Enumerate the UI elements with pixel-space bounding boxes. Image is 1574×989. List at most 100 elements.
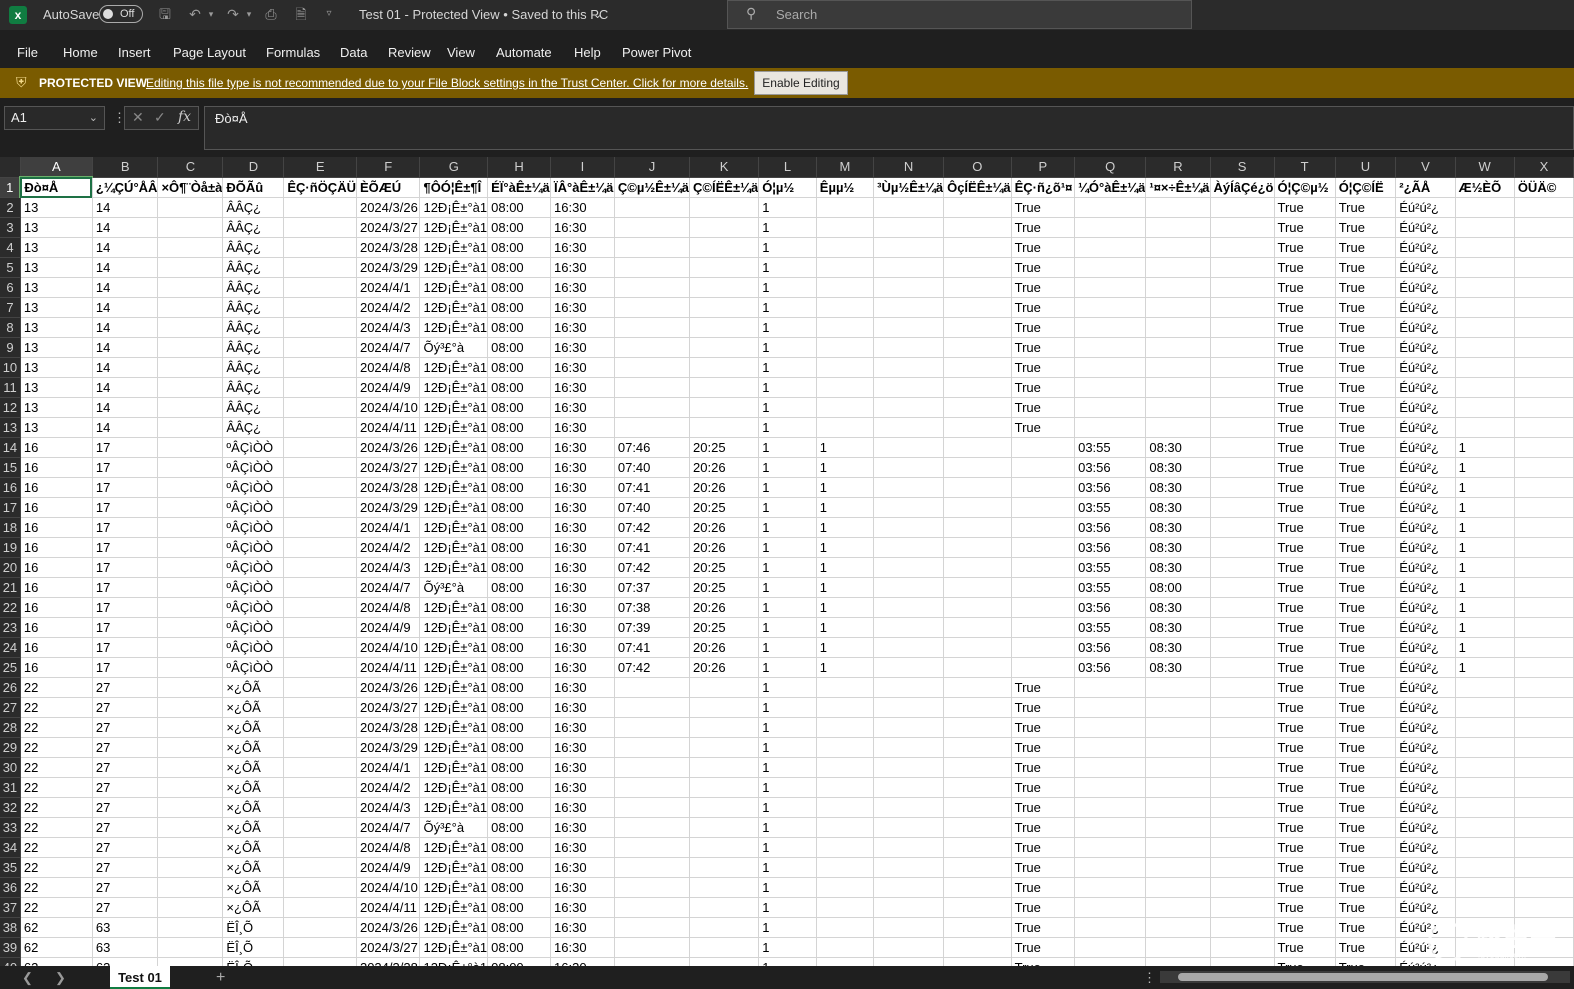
cell-j36[interactable]: [614, 877, 691, 898]
cell-d29[interactable]: ×¿ÔÃ: [222, 737, 285, 758]
cell-j5[interactable]: [614, 257, 691, 278]
cell-a19[interactable]: 16: [20, 537, 93, 558]
row-header[interactable]: 32: [0, 797, 21, 818]
cell-n8[interactable]: [873, 317, 945, 338]
cell-q11[interactable]: [1074, 377, 1147, 398]
cell-d25[interactable]: ºÂÇìÒÒ: [222, 657, 285, 678]
cell-o19[interactable]: [943, 537, 1012, 558]
cell-x32[interactable]: [1514, 797, 1574, 818]
cell-w25[interactable]: 1: [1455, 657, 1515, 678]
cell-v12[interactable]: Éú²ú²¿: [1395, 397, 1456, 418]
row-header[interactable]: 4: [0, 237, 21, 258]
cell-q3[interactable]: [1074, 217, 1147, 238]
cell-s27[interactable]: [1210, 697, 1275, 718]
cell-q20[interactable]: 03:55: [1074, 557, 1147, 578]
cell-k9[interactable]: [689, 337, 760, 358]
cell-f8[interactable]: 2024/4/3: [356, 317, 421, 338]
cell-d37[interactable]: ×¿ÔÃ: [222, 897, 285, 918]
cell-s14[interactable]: [1210, 437, 1275, 458]
cell-t4[interactable]: True: [1274, 237, 1336, 258]
cell-q15[interactable]: 03:56: [1074, 457, 1147, 478]
cell-d27[interactable]: ×¿ÔÃ: [222, 697, 285, 718]
cell-a11[interactable]: 13: [20, 377, 93, 398]
cell-g31[interactable]: 12Ð¡Ê±°à1: [419, 777, 489, 798]
cell-c38[interactable]: [157, 917, 224, 938]
cell-v29[interactable]: Éú²ú²¿: [1395, 737, 1456, 758]
cell-n37[interactable]: [873, 897, 945, 918]
cell-u9[interactable]: True: [1335, 337, 1397, 358]
cell-x33[interactable]: [1514, 817, 1574, 838]
cell-a17[interactable]: 16: [20, 497, 93, 518]
cell-l38[interactable]: 1: [758, 917, 817, 938]
cell-q36[interactable]: [1074, 877, 1147, 898]
cell-t26[interactable]: True: [1274, 677, 1336, 698]
cell-b2[interactable]: 14: [92, 197, 159, 218]
row-header[interactable]: 38: [0, 917, 21, 938]
cell-l33[interactable]: 1: [758, 817, 817, 838]
cell-x27[interactable]: [1514, 697, 1574, 718]
cell-r20[interactable]: 08:30: [1145, 557, 1211, 578]
cell-c29[interactable]: [157, 737, 224, 758]
cell-t29[interactable]: True: [1274, 737, 1336, 758]
cell-l40[interactable]: 1: [758, 957, 817, 966]
cell-n32[interactable]: [873, 797, 945, 818]
cell-t32[interactable]: True: [1274, 797, 1336, 818]
cell-f27[interactable]: 2024/3/27: [356, 697, 421, 718]
cell-k30[interactable]: [689, 757, 760, 778]
cell-m26[interactable]: [816, 677, 875, 698]
tab-options-icon[interactable]: ⋮: [1143, 966, 1156, 989]
cell-c15[interactable]: [157, 457, 224, 478]
cell-j1[interactable]: Ç©µ½Ê±¼ä: [614, 177, 691, 198]
cell-r17[interactable]: 08:30: [1145, 497, 1211, 518]
cell-j14[interactable]: 07:46: [614, 437, 691, 458]
cell-e28[interactable]: [283, 717, 357, 738]
cell-v18[interactable]: Éú²ú²¿: [1395, 517, 1456, 538]
cell-t30[interactable]: True: [1274, 757, 1336, 778]
cell-a32[interactable]: 22: [20, 797, 93, 818]
cell-g1[interactable]: ¶ÔÓ¦Ê±¶Î: [419, 177, 489, 198]
cell-w24[interactable]: 1: [1455, 637, 1515, 658]
cell-o29[interactable]: [943, 737, 1012, 758]
cell-g30[interactable]: 12Ð¡Ê±°à1: [419, 757, 489, 778]
cell-f7[interactable]: 2024/4/2: [356, 297, 421, 318]
cell-v20[interactable]: Éú²ú²¿: [1395, 557, 1456, 578]
cell-k32[interactable]: [689, 797, 760, 818]
cell-t17[interactable]: True: [1274, 497, 1336, 518]
cell-j39[interactable]: [614, 937, 691, 958]
cell-j4[interactable]: [614, 237, 691, 258]
cell-w4[interactable]: [1455, 237, 1515, 258]
cell-t13[interactable]: True: [1274, 417, 1336, 438]
cell-o39[interactable]: [943, 937, 1012, 958]
cell-h28[interactable]: 08:00: [487, 717, 552, 738]
cell-r22[interactable]: 08:30: [1145, 597, 1211, 618]
cell-s21[interactable]: [1210, 577, 1275, 598]
cell-k2[interactable]: [689, 197, 760, 218]
cell-u24[interactable]: True: [1335, 637, 1397, 658]
cell-x17[interactable]: [1514, 497, 1574, 518]
cell-c35[interactable]: [157, 857, 224, 878]
cell-d15[interactable]: ºÂÇìÒÒ: [222, 457, 285, 478]
cell-x2[interactable]: [1514, 197, 1574, 218]
cell-g39[interactable]: 12Ð¡Ê±°à1: [419, 937, 489, 958]
column-header-u[interactable]: U: [1335, 157, 1397, 178]
cell-t2[interactable]: True: [1274, 197, 1336, 218]
row-header[interactable]: 27: [0, 697, 21, 718]
cell-p15[interactable]: [1011, 457, 1076, 478]
cell-s31[interactable]: [1210, 777, 1275, 798]
cell-n31[interactable]: [873, 777, 945, 798]
cell-g40[interactable]: 12Ð¡Ê±°à1: [419, 957, 489, 966]
cell-j6[interactable]: [614, 277, 691, 298]
cell-g22[interactable]: 12Ð¡Ê±°à1: [419, 597, 489, 618]
cell-j34[interactable]: [614, 837, 691, 858]
cell-h32[interactable]: 08:00: [487, 797, 552, 818]
cell-i36[interactable]: 16:30: [550, 877, 615, 898]
cell-c18[interactable]: [157, 517, 224, 538]
row-header[interactable]: 10: [0, 357, 21, 378]
cell-m20[interactable]: 1: [816, 557, 875, 578]
cell-h1[interactable]: ÉÏ°àÊ±¼ä: [487, 177, 552, 198]
cell-w31[interactable]: [1455, 777, 1515, 798]
cell-g5[interactable]: 12Ð¡Ê±°à1: [419, 257, 489, 278]
cell-q39[interactable]: [1074, 937, 1147, 958]
cell-l25[interactable]: 1: [758, 657, 817, 678]
cell-b13[interactable]: 14: [92, 417, 159, 438]
